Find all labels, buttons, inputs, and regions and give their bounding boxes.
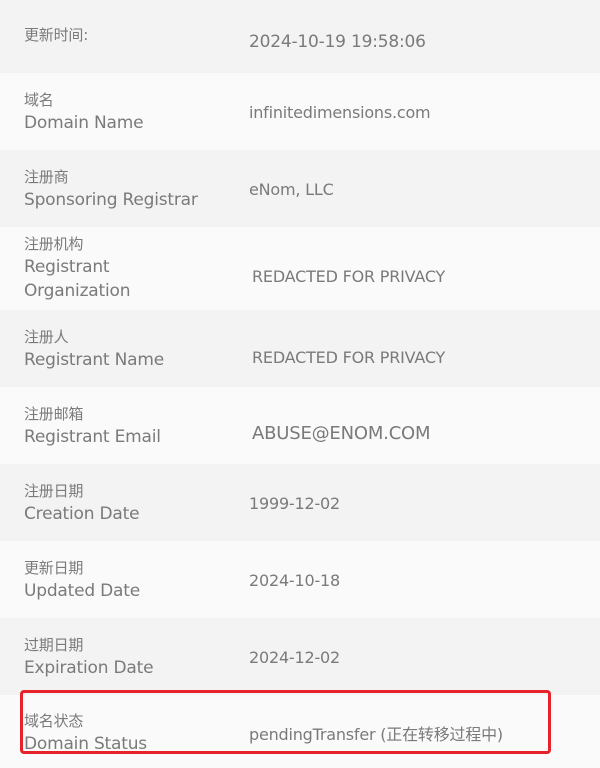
creation-date-value: 1999-12-02 — [249, 494, 340, 513]
updated-date-label: 更新日期 Updated Date — [24, 557, 140, 603]
domain-status-row: 域名状态 Domain Status pendingTransfer (正在转移… — [0, 695, 600, 768]
label-zh: 过期日期 — [24, 636, 84, 654]
update-time-value: 2024-10-19 19:58:06 — [249, 32, 426, 52]
label-zh: 更新日期 — [24, 559, 84, 577]
domain-name-row: 域名 Domain Name infinitedimensions.com — [0, 73, 600, 150]
label-zh: 域名状态 — [24, 712, 84, 730]
expiration-date-label: 过期日期 Expiration Date — [24, 634, 154, 680]
domain-name-label: 域名 Domain Name — [24, 89, 144, 135]
label-zh: 注册人 — [24, 328, 69, 346]
registrant-name-row: 注册人 Registrant Name REDACTED FOR PRIVACY — [0, 310, 600, 387]
registrant-email-row: 注册邮箱 Registrant Email ABUSE@ENOM.COM — [0, 387, 600, 464]
label-en: Sponsoring Registrar — [24, 190, 198, 210]
update-time-label: 更新时间: — [24, 24, 88, 46]
label-en: Domain Name — [24, 113, 144, 133]
creation-date-label: 注册日期 Creation Date — [24, 480, 140, 526]
registrant-organization-label: 注册机构 Registrant Organization — [24, 233, 130, 303]
update-time-row: 更新时间: 2024-10-19 19:58:06 — [0, 0, 600, 73]
registrant-organization-value: REDACTED FOR PRIVACY — [252, 267, 446, 286]
updated-date-row: 更新日期 Updated Date 2024-10-18 — [0, 541, 600, 618]
registrant-name-label: 注册人 Registrant Name — [24, 326, 164, 372]
registrant-email-label: 注册邮箱 Registrant Email — [24, 403, 161, 449]
expiration-date-value: 2024-12-02 — [249, 648, 340, 667]
domain-status-value: pendingTransfer (正在转移过程中) — [249, 725, 503, 744]
sponsoring-registrar-row: 注册商 Sponsoring Registrar eNom, LLC — [0, 150, 600, 227]
registrant-organization-row: 注册机构 Registrant Organization REDACTED FO… — [0, 227, 600, 310]
label-zh: 注册邮箱 — [24, 405, 84, 423]
update-time-label-zh: 更新时间: — [24, 26, 89, 44]
label-zh: 域名 — [24, 91, 54, 109]
label-zh: 注册机构 — [24, 235, 84, 253]
domain-status-label: 域名状态 Domain Status — [24, 710, 147, 756]
label-en: Expiration Date — [24, 658, 154, 678]
label-zh: 注册商 — [24, 168, 69, 186]
label-en: Registrant Name — [24, 350, 164, 370]
label-en-line1: Registrant — [24, 257, 110, 277]
sponsoring-registrar-value: eNom, LLC — [249, 180, 334, 199]
updated-date-value: 2024-10-18 — [249, 571, 340, 590]
sponsoring-registrar-label: 注册商 Sponsoring Registrar — [24, 166, 198, 212]
label-en: Updated Date — [24, 581, 140, 601]
domain-name-value: infinitedimensions.com — [249, 103, 431, 122]
registrant-email-value: ABUSE@ENOM.COM — [252, 423, 431, 444]
creation-date-row: 注册日期 Creation Date 1999-12-02 — [0, 464, 600, 541]
label-en: Domain Status — [24, 734, 147, 754]
label-en: Registrant Email — [24, 427, 161, 447]
label-en: Creation Date — [24, 504, 140, 524]
expiration-date-row: 过期日期 Expiration Date 2024-12-02 — [0, 618, 600, 695]
registrant-name-value: REDACTED FOR PRIVACY — [252, 348, 446, 367]
label-en-line2: Organization — [24, 281, 131, 301]
label-zh: 注册日期 — [24, 482, 84, 500]
